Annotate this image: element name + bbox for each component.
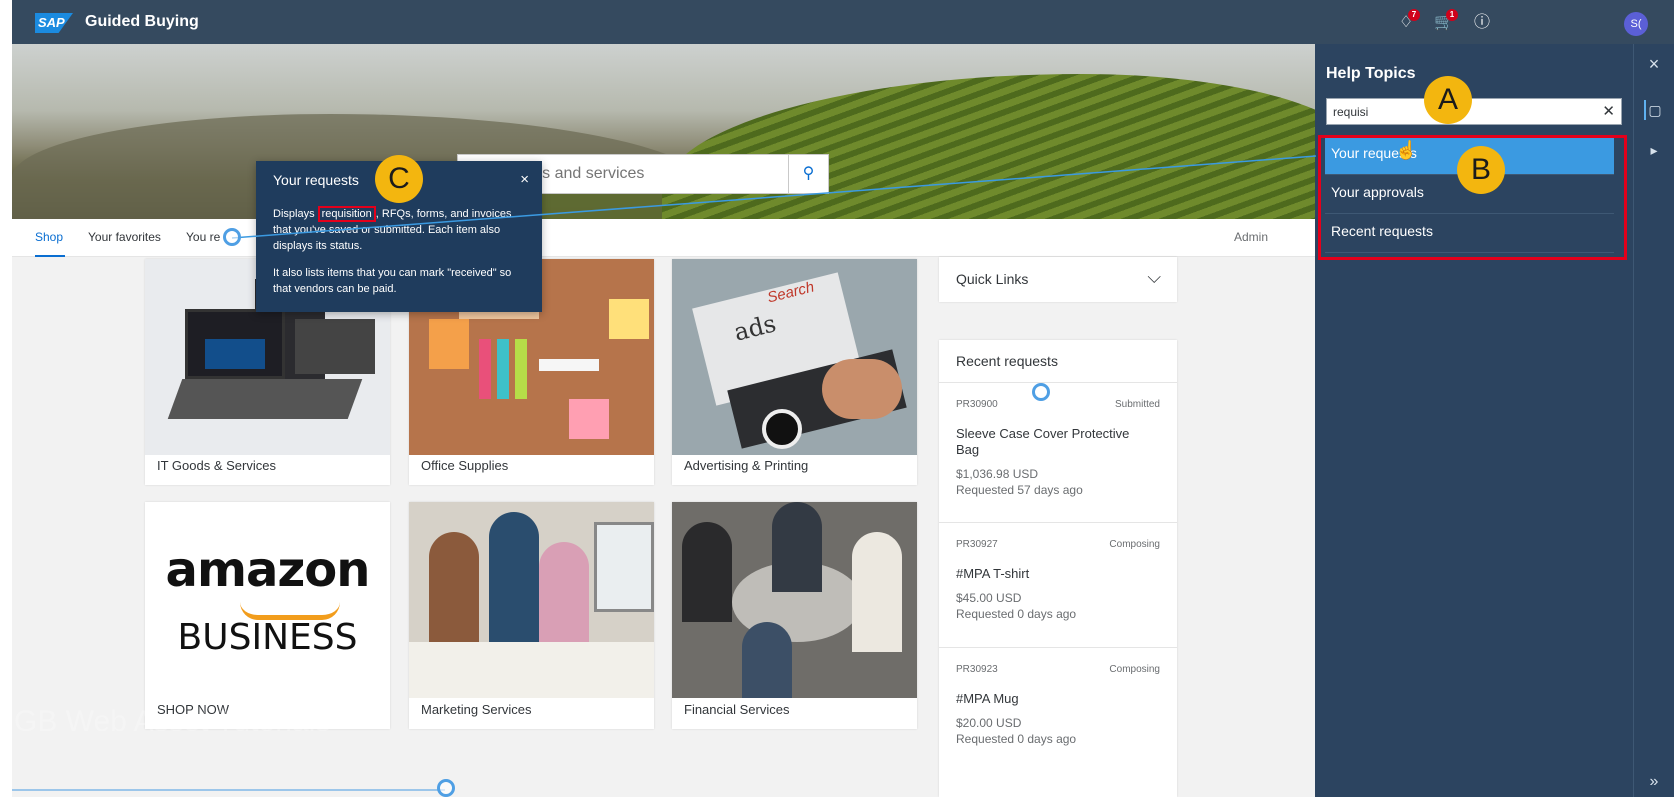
annotation-marker-c: C	[375, 155, 423, 203]
beacon-dot	[437, 779, 455, 797]
beacon-dot	[223, 228, 241, 246]
app-root: SAP Guided Buying ♢ 7 🛒 1 ⓘ S( ⚲ Shop Yo…	[0, 0, 1674, 797]
beacon-dot	[1032, 383, 1050, 401]
connector-line	[12, 155, 1317, 791]
annotation-marker-b: B	[1457, 146, 1505, 194]
annotation-marker-a: A	[1424, 76, 1472, 124]
watermark: GB Web Asset Tutorials	[14, 705, 331, 738]
